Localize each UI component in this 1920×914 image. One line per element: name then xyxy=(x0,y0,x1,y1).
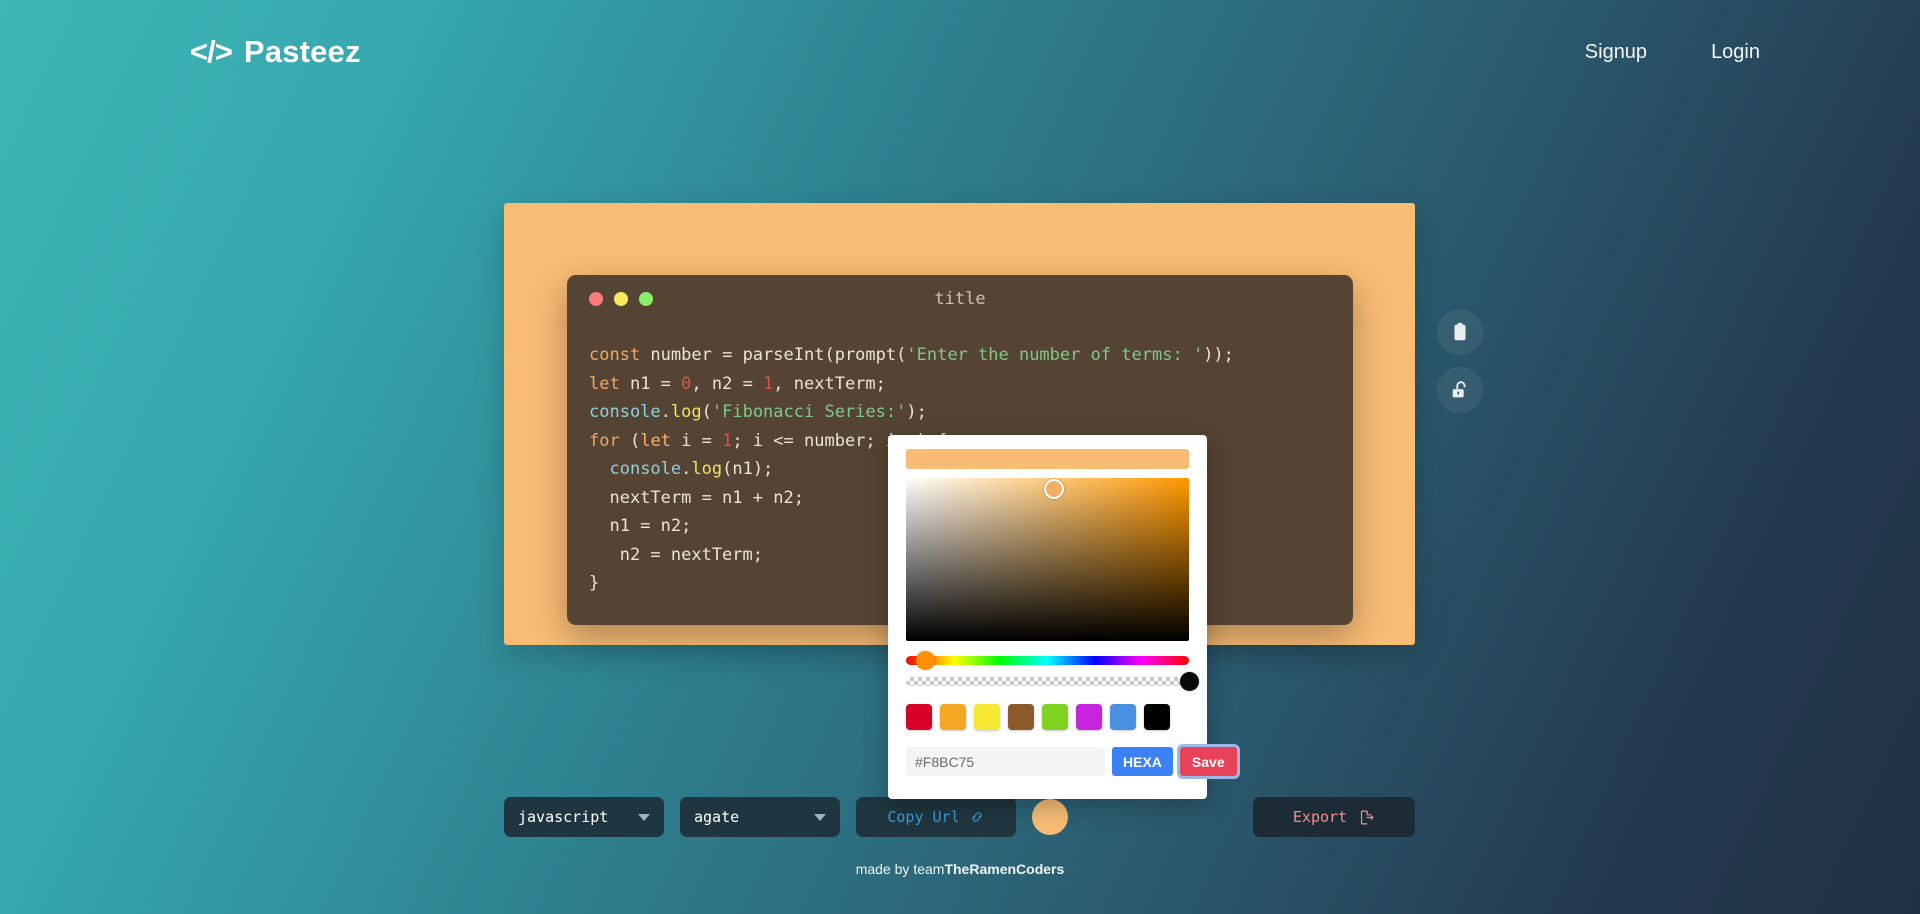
nav-signup[interactable]: Signup xyxy=(1585,41,1647,64)
code-token: let xyxy=(640,430,671,451)
code-token: , nextTerm; xyxy=(773,373,886,394)
code-token: number xyxy=(640,345,723,365)
clipboard-icon xyxy=(1454,322,1466,341)
code-token: . xyxy=(660,402,671,422)
code-window-titlebar: title xyxy=(567,275,1353,323)
footer-team-name: TheRamenCoders xyxy=(944,861,1065,877)
saturation-value-marker[interactable] xyxy=(1044,479,1064,499)
code-token: )); xyxy=(1203,345,1234,365)
code-token: console xyxy=(589,402,661,422)
code-token: log xyxy=(691,459,723,479)
color-format-button[interactable]: HEXA xyxy=(1112,747,1173,776)
copy-to-clipboard-button[interactable] xyxy=(1437,309,1483,355)
primary-nav: Signup Login xyxy=(1585,41,1760,64)
site-header: </> Pasteez Signup Login xyxy=(0,0,1920,104)
maximize-dot-icon[interactable] xyxy=(639,292,653,306)
unlock-button[interactable] xyxy=(1437,367,1483,413)
alpha-slider[interactable] xyxy=(906,672,1199,691)
saturation-value-area[interactable] xyxy=(906,478,1189,641)
preset-swatch[interactable] xyxy=(1042,704,1068,730)
code-token: 'Enter the number of terms: ' xyxy=(906,345,1204,365)
preset-swatch-row xyxy=(906,704,1189,730)
code-token: console xyxy=(609,459,682,479)
preset-swatch[interactable] xyxy=(974,704,1000,730)
chevron-down-icon xyxy=(814,813,826,821)
color-picker-footer: HEXA Save xyxy=(906,744,1240,779)
code-token: log xyxy=(670,402,702,422)
color-preview-bar xyxy=(906,449,1189,469)
alpha-slider-thumb[interactable] xyxy=(1179,672,1199,691)
preset-swatch[interactable] xyxy=(1076,704,1102,730)
code-token: 'Fibonacci Series:' xyxy=(711,402,907,422)
preset-swatch[interactable] xyxy=(940,704,966,730)
site-footer: made by team TheRamenCoders xyxy=(0,824,1920,914)
code-token: 0 xyxy=(681,373,692,394)
side-tool-group xyxy=(1437,309,1483,413)
editor-stage: title const number = parseInt(prompt('En… xyxy=(0,104,1920,837)
export-icon xyxy=(1361,810,1374,824)
code-token: 1 xyxy=(763,373,774,394)
footer-prefix: made by team xyxy=(855,861,945,877)
code-token: (n1); xyxy=(722,459,774,479)
brand-logo[interactable]: </> Pasteez xyxy=(190,34,361,70)
code-token: = xyxy=(722,345,743,365)
link-icon xyxy=(971,812,982,822)
preset-swatch[interactable] xyxy=(1008,704,1034,730)
close-dot-icon[interactable] xyxy=(589,292,603,306)
code-token: 1 xyxy=(722,430,733,451)
minimize-dot-icon[interactable] xyxy=(614,292,628,306)
code-brackets-icon: </> xyxy=(190,34,233,69)
code-line: let n1 = 0, n2 = 1, nextTerm; xyxy=(589,370,1353,399)
code-token: i = xyxy=(670,430,723,451)
preset-swatch[interactable] xyxy=(1110,704,1136,730)
preset-swatch[interactable] xyxy=(906,704,932,730)
hue-slider-thumb[interactable] xyxy=(915,651,935,670)
code-token: n1 = n2; xyxy=(589,516,692,536)
code-token: n2 = nextTerm; xyxy=(589,544,763,565)
code-token: prompt xyxy=(834,345,897,365)
code-token: , n2 = xyxy=(691,373,764,394)
code-line: console.log('Fibonacci Series:'); xyxy=(589,398,1353,427)
code-token: ( xyxy=(896,345,907,365)
code-token: ( xyxy=(619,430,641,451)
code-token: . xyxy=(681,459,692,479)
code-token: ); xyxy=(906,402,927,422)
snippet-title[interactable]: title xyxy=(567,289,1353,309)
hue-slider[interactable] xyxy=(906,651,1189,670)
code-token: ( xyxy=(824,345,835,365)
unlock-icon xyxy=(1452,381,1466,398)
code-token: ( xyxy=(701,402,712,422)
brand-name: Pasteez xyxy=(243,34,361,69)
code-token: parseInt xyxy=(742,345,825,365)
code-line: const number = parseInt(prompt('Enter th… xyxy=(589,341,1353,370)
code-token: } xyxy=(589,573,600,593)
code-token: const xyxy=(589,345,641,365)
code-token: nextTerm = n1 + n2; xyxy=(589,487,804,508)
save-color-button[interactable]: Save xyxy=(1176,744,1240,779)
color-picker-popover[interactable]: HEXA Save xyxy=(888,435,1240,799)
preset-swatch[interactable] xyxy=(1144,704,1170,730)
hex-input[interactable] xyxy=(906,747,1105,776)
code-token: for xyxy=(589,430,620,451)
nav-login[interactable]: Login xyxy=(1711,41,1760,64)
code-token: n1 = xyxy=(619,373,682,394)
chevron-down-icon xyxy=(638,813,650,821)
code-token: let xyxy=(589,373,620,394)
